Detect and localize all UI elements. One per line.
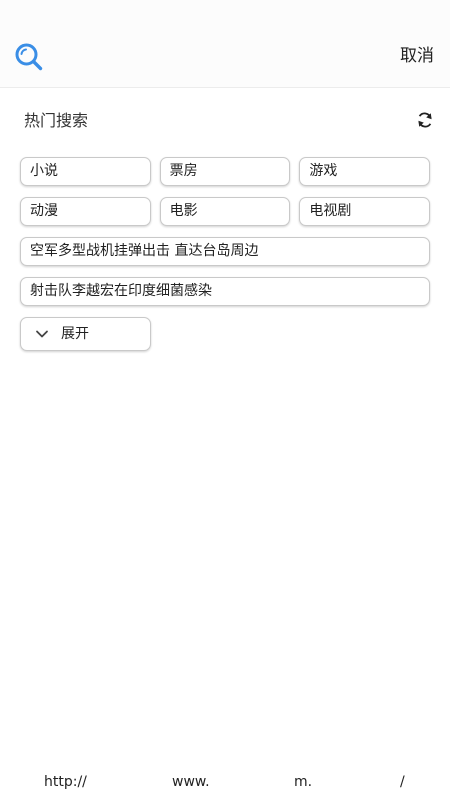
tag-tv-series[interactable]: 电视剧: [299, 197, 431, 226]
cancel-button[interactable]: 取消: [400, 45, 434, 67]
hot-search-tags: 小说 票房 游戏 动漫 电影 电视剧 空军多型战机挂弹出击 直达台岛周边 射击队…: [20, 157, 431, 362]
tag-news-2[interactable]: 射击队李越宏在印度细菌感染: [20, 277, 430, 306]
top-bar: 取消: [0, 0, 450, 88]
search-icon[interactable]: [14, 42, 44, 72]
refresh-icon[interactable]: [416, 111, 434, 129]
expand-button[interactable]: 展开: [20, 317, 151, 351]
footer-url-part: /: [400, 774, 405, 790]
tag-games[interactable]: 游戏: [299, 157, 431, 186]
footer-url-part: http://: [44, 774, 87, 790]
hot-search-title: 热门搜索: [24, 111, 89, 130]
footer-url: http:// www. m. /: [0, 772, 450, 796]
tag-movies[interactable]: 电影: [159, 197, 291, 226]
expand-label: 展开: [61, 326, 89, 342]
footer-url-part: www.: [172, 774, 210, 790]
tag-news-1[interactable]: 空军多型战机挂弹出击 直达台岛周边: [20, 237, 430, 266]
tag-box-office[interactable]: 票房: [159, 157, 291, 186]
tag-novel[interactable]: 小说: [20, 157, 151, 186]
footer-url-part: m.: [294, 774, 313, 790]
tag-anime[interactable]: 动漫: [20, 197, 151, 226]
chevron-down-icon: [36, 330, 48, 338]
